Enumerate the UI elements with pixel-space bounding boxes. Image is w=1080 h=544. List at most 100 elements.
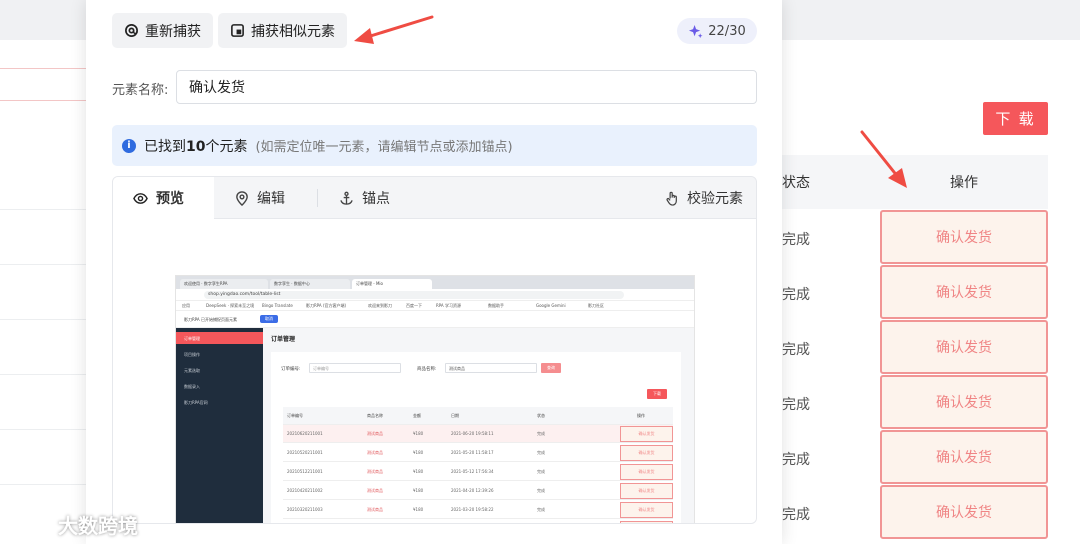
background-divider: [0, 68, 90, 69]
preview-bookmark: Bingo Translate: [262, 303, 293, 308]
preview-table-row: 20210512211001 测试商品 ¥180 2021-05-12 17:56:3…: [283, 463, 673, 481]
element-name-input[interactable]: [176, 70, 757, 104]
preview-table-cell: 完成: [537, 507, 545, 512]
preview-page-title: 订单管理: [271, 336, 296, 343]
preview-table-cell: 测试商品: [367, 469, 383, 474]
confirm-ship-button[interactable]: 确认发货: [880, 320, 1048, 374]
preview-column-header: 商品名称: [367, 413, 383, 418]
element-tabs-panel: 预览 编辑 锚点 校验元素 欢迎使用 · 数字孪生RPA 数字孪生 · 数据中心…: [112, 176, 757, 524]
status-cell: 完成: [782, 287, 810, 303]
background-divider: [0, 374, 86, 375]
preview-table-cell: 完成: [537, 469, 545, 474]
preview-bookmark: Google Gemini: [536, 303, 566, 308]
match-count-prefix: 已找到: [144, 138, 186, 155]
status-cell: 完成: [782, 397, 810, 413]
preview-table-row: 20210320211003 测试商品 ¥180 2021-03-20 19:58:2…: [283, 501, 673, 519]
preview-bookmark: 数据助手: [488, 303, 504, 308]
info-icon: i: [122, 138, 136, 153]
preview-filter-input: 测试商品: [445, 363, 537, 373]
match-count-suffix: 个元素: [205, 138, 248, 155]
preview-table-cell: 20210420211002: [287, 488, 323, 493]
preview-table-cell: 测试商品: [367, 488, 383, 493]
preview-column-header: 操作: [637, 413, 645, 418]
recapture-button[interactable]: 重新捕获: [112, 13, 213, 48]
preview-card: 订单编号: 订单编号 商品名称: 测试商品 查询 下载 订单编号 商品名称 金额 日期…: [271, 352, 681, 523]
tab-bar: 预览 编辑 锚点 校验元素: [113, 177, 756, 219]
preview-table-cell: 20210320211003: [287, 507, 323, 512]
confirm-ship-button[interactable]: 确认发货: [880, 375, 1048, 429]
preview-search-button: 查询: [541, 363, 561, 373]
preview-bookmark: 百度一下: [406, 303, 422, 308]
watermark-text: 大数跨境: [58, 514, 138, 538]
preview-filter-label: 订单编号:: [281, 367, 301, 372]
preview-table-cell: 完成: [537, 488, 545, 493]
preview-browser-tab: 数字孪生 · 数据中心: [270, 279, 350, 289]
preview-table-cell: 测试商品: [367, 450, 383, 455]
preview-table-header: 订单编号 商品名称 金额 日期 状态 操作: [283, 407, 673, 425]
preview-table-cell: 20210520211001: [287, 450, 323, 455]
preview-column-header: 状态: [537, 413, 545, 418]
preview-bookmark: 应用: [182, 303, 190, 308]
location-pin-icon: [236, 190, 248, 206]
status-cell: 完成: [782, 232, 810, 248]
preview-bookmarks-bar: 应用 DeepSeek · 探索未至之境 Bingo Translate 影刀R…: [176, 301, 694, 311]
verify-element-button[interactable]: 校验元素: [665, 177, 743, 219]
at-target-icon: [125, 24, 138, 37]
preview-table-cell: 20210620211001: [287, 431, 323, 436]
watermark-logo-icon: [10, 515, 51, 534]
capture-similar-button[interactable]: 捕获相似元素: [218, 13, 347, 48]
preview-table-row: 20210520211001 测试商品 ¥180 2021-05-20 11:58:1…: [283, 444, 673, 462]
preview-extension-button: 取消: [260, 315, 278, 323]
background-divider: [0, 319, 86, 320]
background-divider: [0, 484, 86, 485]
confirm-ship-button[interactable]: 确认发货: [880, 485, 1048, 539]
preview-table-cell: 2021-04-20 12:39:26: [451, 488, 494, 493]
confirm-ship-button[interactable]: 确认发货: [880, 210, 1048, 264]
preview-extension-bar: 影刀RPA 已开始捕捉页面元素 取消: [176, 311, 694, 328]
preview-extension-text: 影刀RPA 已开始捕捉页面元素: [184, 317, 237, 322]
preview-bookmark: 影刀社区: [588, 303, 604, 308]
preview-sidebar-item: 项目操作: [184, 352, 200, 357]
preview-bookmark: 影刀RPA (官方客户端): [306, 303, 347, 308]
preview-table-cell: 完成: [537, 431, 545, 436]
match-count-text: 已找到10个元素: [144, 136, 247, 156]
preview-main-content: 订单管理 订单编号: 订单编号 商品名称: 测试商品 查询 下载 订单编号 商品名…: [263, 328, 694, 523]
preview-confirm-button: 确认发货: [620, 464, 673, 480]
preview-column-header: 金额: [413, 413, 421, 418]
capture-similar-label: 捕获相似元素: [251, 22, 335, 39]
preview-filter-label: 商品名称:: [417, 367, 437, 372]
preview-filter-input: 订单编号: [309, 363, 401, 373]
preview-sidebar-item: 元素选取: [184, 368, 200, 373]
preview-browser-tab: 欢迎使用 · 数字孪生RPA: [180, 279, 268, 289]
background-divider: [0, 429, 86, 430]
tab-preview[interactable]: 预览: [113, 177, 214, 219]
preview-sidebar-item: 订单管理: [176, 332, 263, 344]
status-cell: 完成: [782, 342, 810, 358]
confirm-ship-button[interactable]: 确认发货: [880, 430, 1048, 484]
watermark: 大数跨境: [8, 510, 138, 539]
match-hint-text: (如需定位唯一元素，请编辑节点或添加锚点): [255, 140, 513, 155]
tab-anchor[interactable]: 锚点: [339, 177, 390, 219]
anchor-icon: [340, 191, 353, 205]
download-button[interactable]: 下 载: [983, 102, 1048, 135]
preview-table-row: 20210314211002测试商品¥1802021-03-14 17:56:3…: [283, 520, 673, 523]
status-cell: 完成: [782, 507, 810, 523]
element-name-label: 元素名称:: [112, 83, 169, 98]
tab-edit-label: 编辑: [257, 191, 285, 207]
capture-element-dialog: 重新捕获 捕获相似元素 22/30 元素名称: i 已找到10个元素 (如需定位…: [86, 0, 782, 544]
preview-sidebar-item: 影刀RPA官网: [184, 400, 208, 405]
confirm-ship-button[interactable]: 确认发货: [880, 265, 1048, 319]
preview-address-bar: shop.yingdao.com/tool/table-list: [176, 289, 694, 301]
preview-download-button: 下载: [647, 389, 667, 399]
hand-pointer-icon: [666, 191, 677, 206]
preview-table-cell: 测试商品: [367, 431, 383, 436]
preview-sidebar: 订单管理 项目操作 元素选取 数据录入 影刀RPA官网: [176, 328, 263, 523]
tab-anchor-label: 锚点: [362, 191, 390, 207]
tab-edit[interactable]: 编辑: [235, 177, 285, 219]
preview-table-cell: ¥180: [413, 488, 424, 493]
preview-bookmark: RPA 学习资源: [436, 303, 461, 308]
annotation-arrow-icon: [354, 15, 434, 44]
sparkle-icon: [689, 24, 703, 38]
preview-table-cell: 2021-06-20 19:58:11: [451, 431, 494, 436]
preview-table-cell: 2021-05-12 17:56:34: [451, 469, 494, 474]
